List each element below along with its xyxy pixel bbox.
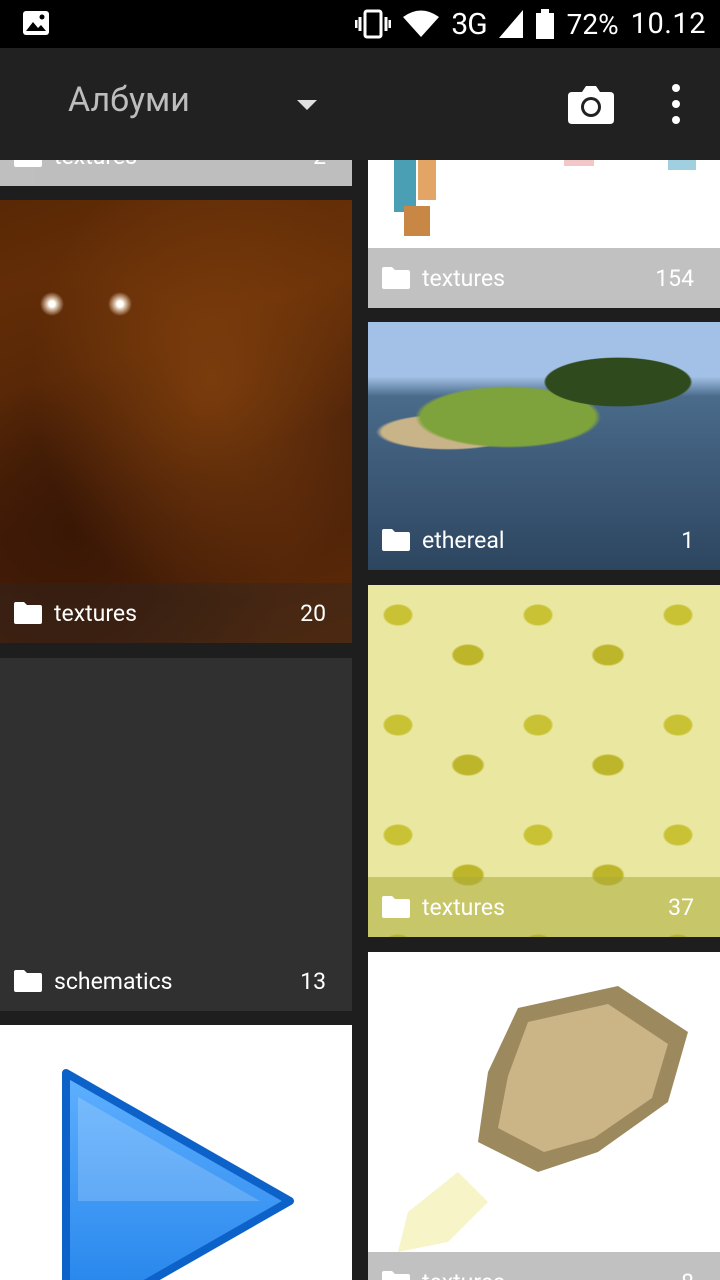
album-label: schematics 13 bbox=[0, 951, 352, 1011]
album-tile[interactable]: textures 8 bbox=[368, 952, 720, 1280]
album-grid: textures 2 textures 20 schematics 13 bbox=[0, 160, 720, 1280]
clock: 10.12 bbox=[630, 7, 706, 41]
album-count: 154 bbox=[655, 264, 694, 292]
album-label: textures 2 bbox=[0, 160, 352, 186]
battery-icon bbox=[535, 9, 554, 39]
folder-icon bbox=[382, 529, 410, 551]
album-label: textures 154 bbox=[368, 248, 720, 308]
album-name: textures bbox=[422, 1269, 681, 1280]
album-tile[interactable] bbox=[0, 1025, 352, 1280]
album-count: 13 bbox=[300, 967, 326, 995]
camera-icon[interactable] bbox=[568, 84, 614, 124]
album-name: textures bbox=[422, 893, 505, 921]
battery-percent: 72% bbox=[566, 7, 619, 41]
wifi-icon bbox=[403, 10, 440, 37]
folder-icon bbox=[14, 602, 42, 624]
album-tile[interactable]: ethereal 1 bbox=[368, 322, 720, 570]
album-name: ethereal bbox=[422, 526, 505, 554]
album-label: textures 8 bbox=[368, 1252, 720, 1280]
album-count: 2 bbox=[313, 160, 328, 170]
album-name: textures bbox=[422, 264, 505, 292]
album-tile[interactable]: textures 20 bbox=[0, 200, 352, 643]
album-count: 8 bbox=[681, 1269, 696, 1280]
album-count: 37 bbox=[668, 893, 694, 921]
album-thumbnail bbox=[394, 160, 696, 236]
album-label: textures 20 bbox=[0, 583, 352, 643]
folder-icon bbox=[14, 160, 42, 167]
network-type: 3G bbox=[451, 6, 487, 42]
album-count: 1 bbox=[681, 526, 694, 554]
folder-icon bbox=[382, 896, 410, 918]
play-icon bbox=[62, 1069, 294, 1280]
folder-icon bbox=[382, 1271, 410, 1280]
status-bar: 3G 72% 10.12 bbox=[0, 0, 720, 48]
overflow-menu-icon[interactable] bbox=[664, 84, 688, 124]
gallery-notification-icon bbox=[23, 11, 49, 35]
album-tile[interactable]: textures 154 bbox=[368, 160, 720, 308]
album-tile[interactable]: textures 37 bbox=[368, 585, 720, 937]
album-selector-title[interactable]: Албуми bbox=[68, 80, 190, 120]
app-bar: Албуми bbox=[0, 48, 720, 160]
album-tile[interactable]: textures 2 bbox=[0, 160, 352, 186]
album-thumbnail bbox=[398, 986, 688, 1252]
signal-icon bbox=[498, 10, 523, 38]
folder-icon bbox=[382, 267, 410, 289]
album-count: 20 bbox=[300, 599, 326, 627]
album-label: textures 37 bbox=[368, 877, 720, 937]
album-name: textures bbox=[54, 599, 137, 627]
album-name: schematics bbox=[54, 967, 173, 995]
album-tile[interactable]: schematics 13 bbox=[0, 658, 352, 1011]
album-label: ethereal 1 bbox=[368, 510, 720, 570]
album-name: textures bbox=[54, 160, 313, 170]
dropdown-arrow-icon[interactable] bbox=[297, 100, 317, 110]
vibrate-icon bbox=[355, 9, 392, 39]
folder-icon bbox=[14, 970, 42, 992]
